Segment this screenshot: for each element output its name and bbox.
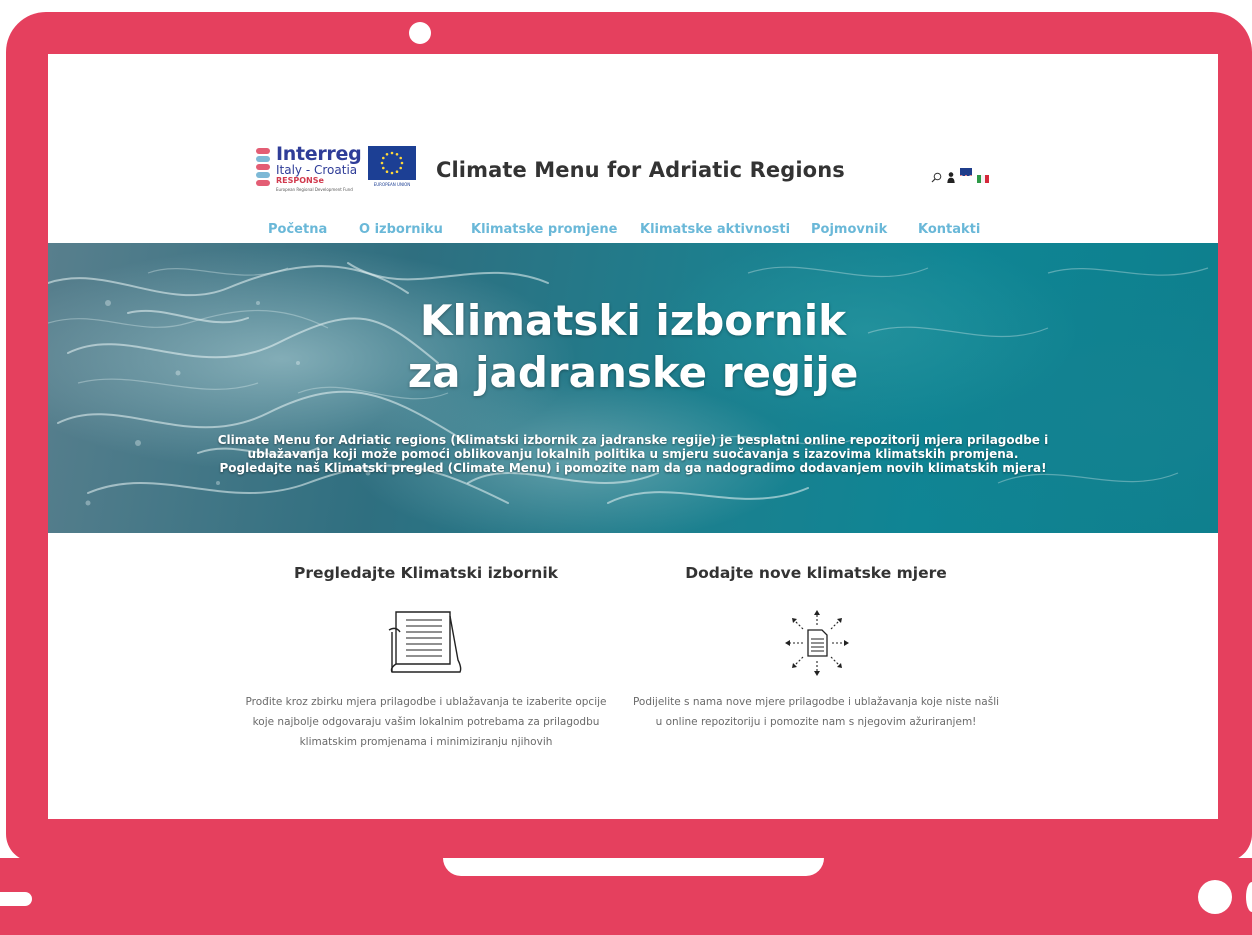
it-flag-icon[interactable] <box>977 168 989 183</box>
search-icon[interactable] <box>931 168 942 183</box>
browser-screen: Interreg Italy - Croatia RESPONSe Europe… <box>48 54 1218 819</box>
eu-label: EUROPEAN UNION <box>373 182 411 187</box>
hero-title-line1: Klimatski izbornik <box>419 296 847 345</box>
hero-title: Klimatski izbornik za jadranske regije <box>48 295 1218 399</box>
feature-add-title[interactable]: Dodajte nove klimatske mjere <box>630 564 1002 582</box>
nav-item-pocetna[interactable]: Početna <box>268 222 327 237</box>
eu-flag-icon <box>368 146 416 180</box>
site-title[interactable]: Climate Menu for Adriatic Regions <box>436 158 845 182</box>
feature-browse-title[interactable]: Pregledajte Klimatski izbornik <box>240 564 612 582</box>
hero-banner: Klimatski izbornik za jadranske regije C… <box>48 243 1218 533</box>
user-icon[interactable] <box>947 168 955 183</box>
interreg-logo[interactable]: Interreg Italy - Croatia RESPONSe Europe… <box>256 143 416 198</box>
feature-add[interactable]: Dodajte nove klimatske mjere Podijelite … <box>630 564 1002 728</box>
laptop-port <box>0 892 32 906</box>
nav-item-o-izborniku[interactable]: O izborniku <box>359 222 443 237</box>
ribbon-icon <box>256 148 270 190</box>
hero-description: Climate Menu for Adriatic regions (Klima… <box>217 433 1049 475</box>
feature-add-text: Podijelite s nama nove mjere prilagodbe … <box>632 696 1000 728</box>
en-flag-icon[interactable] <box>960 168 972 176</box>
laptop-notch <box>443 858 824 876</box>
nav-item-klimatske-promjene[interactable]: Klimatske promjene <box>471 222 617 237</box>
laptop-indicator-edge <box>1246 882 1252 912</box>
share-document-icon[interactable] <box>782 608 852 682</box>
logo-title: Interreg <box>276 143 362 165</box>
feature-browse-text: Prođite kroz zbirku mjera prilagodbe i u… <box>245 696 607 748</box>
nav-item-kontakti[interactable]: Kontakti <box>918 222 980 237</box>
laptop-camera <box>409 22 431 44</box>
laptop-indicator <box>1198 880 1232 914</box>
nav-item-klimatske-aktivnosti[interactable]: Klimatske aktivnosti <box>640 222 790 237</box>
logo-fund: European Regional Development Fund <box>276 187 353 192</box>
logo-tag: RESPONSe <box>276 176 324 185</box>
feature-browse[interactable]: Pregledajte Klimatski izbornik Prođite k… <box>240 564 612 748</box>
nav-item-pojmovnik[interactable]: Pojmovnik <box>811 222 887 237</box>
hero-title-line2: za jadranske regije <box>407 348 859 397</box>
book-icon[interactable] <box>386 608 466 678</box>
